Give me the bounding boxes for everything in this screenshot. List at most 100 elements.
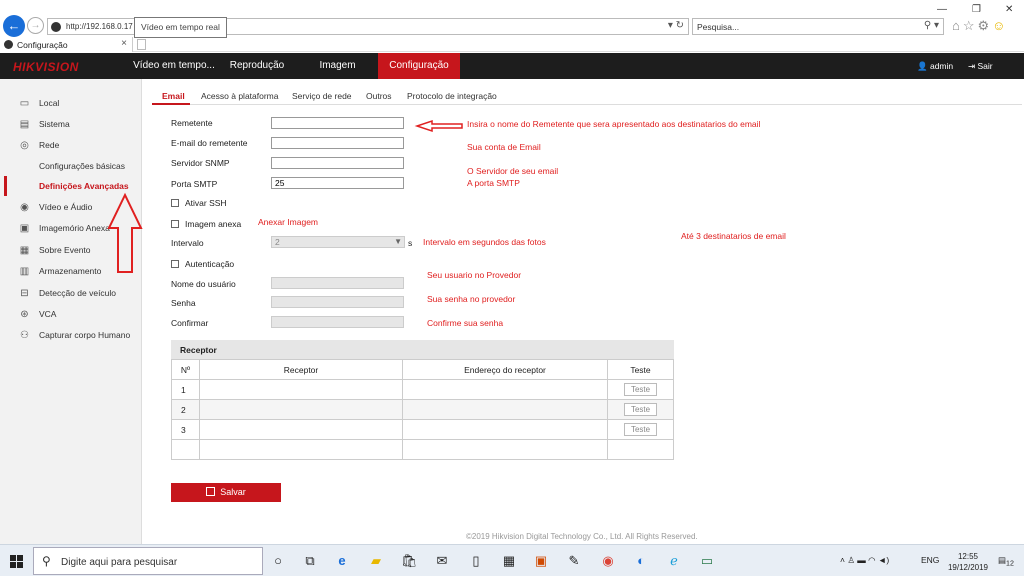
smtp-port-input[interactable] (271, 177, 404, 189)
sidebar-item-event[interactable]: ▦ Sobre Evento (0, 240, 142, 260)
taskbar-search-input[interactable]: ⚲ Digite aqui para pesquisar (33, 547, 263, 575)
save-button[interactable]: Salvar (171, 483, 281, 502)
forward-icon[interactable]: → (27, 17, 44, 34)
sender-input[interactable] (271, 117, 404, 129)
browser-tab[interactable]: Configuração × (0, 37, 133, 52)
edge-icon[interactable]: e (334, 553, 350, 569)
internet-explorer-icon[interactable]: ℯ (666, 553, 682, 569)
nav-configuration[interactable]: Configuração (378, 53, 460, 79)
address-cell[interactable] (402, 419, 608, 440)
app-header: HIKVISION Vídeo em tempo... Reprodução I… (0, 53, 1024, 79)
task-view-icon[interactable]: ⧉ (302, 553, 318, 569)
sidebar-item-human-body[interactable]: ⚇ Capturar corpo Humano (0, 325, 142, 345)
address-cell[interactable] (402, 379, 608, 400)
annotation-username: Seu usuario no Provedor (427, 270, 522, 280)
powerpoint-icon[interactable]: ▣ (533, 553, 549, 569)
notepad-icon[interactable]: ▯ (468, 553, 484, 569)
sidebar-item-system[interactable]: ▤ Sistema (0, 114, 142, 134)
app-icon[interactable]: ◐ (633, 553, 649, 569)
attach-image-checkbox[interactable] (171, 220, 179, 228)
sidebar-item-video-audio[interactable]: ◉ Vídeo e Áudio (0, 197, 142, 217)
restore-icon[interactable]: ❐ (972, 4, 981, 15)
logout-button[interactable]: ⇥ Sair (968, 61, 993, 72)
sidebar-item-image[interactable]: ▣ Imagemório Anexa (0, 218, 142, 238)
annotation-arrows (107, 119, 463, 273)
enable-ssh-checkbox[interactable] (171, 199, 179, 207)
refresh-icon[interactable]: ▾ ↻ (668, 20, 684, 31)
address-cell[interactable] (402, 399, 608, 420)
video-icon: ◉ (20, 202, 29, 213)
star-icon[interactable]: ☆ (963, 18, 978, 33)
test-button[interactable]: Teste (624, 383, 657, 396)
calculator-icon[interactable]: ▦ (501, 553, 517, 569)
tray-icons[interactable]: ˄ ♙ ▬ ◠ ◄) (840, 555, 889, 566)
sidebar-item-advanced-settings[interactable]: Definições Avançadas (0, 176, 142, 196)
annotation-password: Sua senha no provedor (427, 294, 516, 304)
subtab-bar: Email Acesso à plataforma Serviço de red… (152, 88, 1022, 105)
username-input[interactable] (271, 277, 404, 289)
user-icon: 👤 (917, 61, 928, 71)
system-icon: ▤ (19, 119, 30, 130)
tab-email[interactable]: Email (162, 91, 185, 101)
new-tab-button[interactable] (137, 39, 146, 50)
tooltip: Vídeo em tempo real (134, 17, 227, 38)
annotation-snmp: O Servidor de seu email (467, 166, 559, 176)
close-window-icon[interactable]: ✕ (1005, 4, 1013, 15)
minimize-icon[interactable]: — (937, 4, 947, 15)
attach-image-label: Imagem anexa (185, 219, 242, 229)
vehicle-icon: ⊟ (20, 288, 29, 299)
annotation-email: Sua conta de Email (467, 142, 541, 152)
store-icon[interactable]: 🛍 (401, 553, 418, 569)
close-tab-icon[interactable]: × (121, 38, 127, 49)
smiley-icon[interactable]: ☺ (992, 18, 1008, 33)
receptor-table: Nº Receptor Endereço do receptor Teste 1… (171, 359, 674, 460)
password-input[interactable] (271, 296, 404, 308)
config-sidebar: ▭ Local ▤ Sistema ◎ Rede Configurações b… (0, 79, 142, 544)
test-button[interactable]: Teste (624, 423, 657, 436)
home-icon[interactable]: ⌂ (952, 18, 963, 33)
interval-label: Intervalo (171, 238, 204, 248)
cortana-icon[interactable]: ○ (270, 553, 286, 569)
test-button[interactable]: Teste (624, 403, 657, 416)
tab-network-service[interactable]: Serviço de rede (292, 91, 352, 101)
tab-other[interactable]: Outros (366, 91, 392, 101)
receptor-cell[interactable] (199, 419, 403, 440)
sidebar-item-local[interactable]: ▭ Local (0, 93, 142, 113)
address-bar[interactable]: http://192.168.0.17 Vídeo em tempo real … (47, 17, 689, 38)
paint-icon[interactable]: ✎ (566, 553, 582, 569)
file-explorer-icon[interactable]: ▰ (368, 553, 384, 569)
sidebar-item-network[interactable]: ◎ Rede (0, 135, 142, 155)
receptor-cell[interactable] (199, 399, 403, 420)
notification-icon[interactable]: ▤12 (998, 555, 1014, 568)
copyright-footer: ©2019 Hikvision Digital Technology Co., … (466, 532, 698, 541)
nav-live-view[interactable]: Vídeo em tempo... (126, 53, 222, 79)
remote-desktop-icon[interactable]: ▭ (699, 553, 715, 569)
nav-picture[interactable]: Imagem (305, 53, 370, 79)
taskbar-clock[interactable]: 12:55 19/12/2019 (946, 551, 990, 573)
user-menu[interactable]: 👤 admin (917, 61, 953, 72)
sidebar-item-storage[interactable]: ▥ Armazenamento (0, 261, 142, 281)
col-number: Nº (171, 359, 200, 380)
tab-platform-access[interactable]: Acesso à plataforma (201, 91, 278, 101)
browser-search-input[interactable]: Pesquisa... ⚲ ▾ (692, 18, 944, 35)
sidebar-item-vca[interactable]: ⊛ VCA (0, 304, 142, 324)
mail-icon[interactable]: ✉ (434, 553, 450, 569)
sender-email-input[interactable] (271, 137, 404, 149)
chrome-icon[interactable]: ◉ (600, 553, 616, 569)
interval-select[interactable]: 2 ▼ (271, 236, 405, 248)
body-icon: ⚇ (20, 330, 29, 341)
windows-start-icon[interactable] (10, 555, 23, 568)
receptor-cell[interactable] (199, 379, 403, 400)
language-indicator[interactable]: ENG (921, 555, 939, 565)
nav-playback[interactable]: Reprodução (222, 53, 292, 79)
event-icon: ▦ (19, 245, 30, 256)
search-icon[interactable]: ⚲ ▾ (924, 20, 939, 31)
authentication-checkbox[interactable] (171, 260, 179, 268)
sidebar-item-vehicle-detection[interactable]: ⊟ Detecção de veículo (0, 283, 142, 303)
tab-integration-protocol[interactable]: Protocolo de integração (407, 91, 497, 101)
back-icon[interactable]: ← (3, 15, 25, 37)
sidebar-item-basic-settings[interactable]: Configurações básicas (0, 156, 142, 176)
snmp-server-input[interactable] (271, 157, 404, 169)
confirm-password-input[interactable] (271, 316, 404, 328)
gear-icon[interactable]: ⚙ (978, 18, 993, 33)
